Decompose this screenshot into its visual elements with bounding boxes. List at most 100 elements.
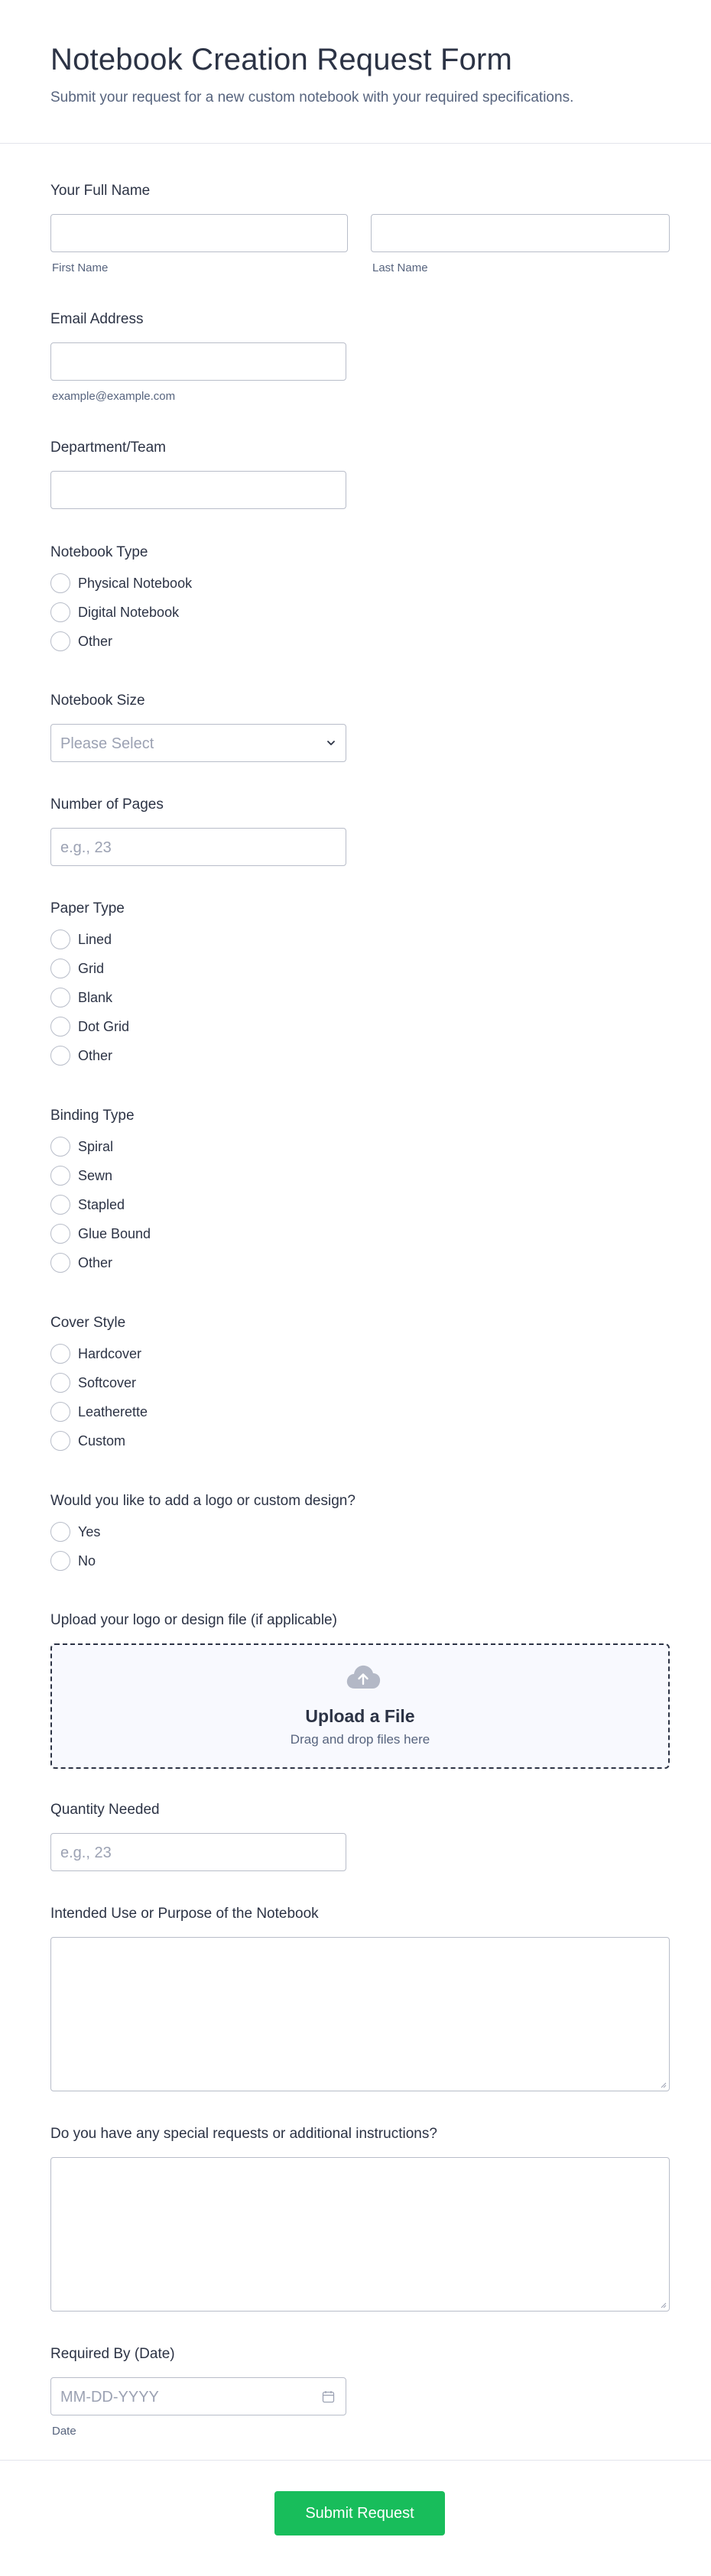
date-input[interactable]: MM-DD-YYYY [50, 2377, 346, 2415]
department-field: Department/Team [50, 439, 670, 515]
logo-field: Would you like to add a logo or custom d… [50, 1492, 670, 1580]
radio-button[interactable] [50, 1253, 70, 1273]
radio-button[interactable] [50, 988, 70, 1007]
radio-label: Leatherette [78, 1404, 148, 1419]
purpose-textarea[interactable] [50, 1937, 670, 2091]
notebook-size-select[interactable]: Please Select [50, 724, 346, 762]
email-field: Email Address example@example.com [50, 310, 670, 410]
resize-handle-icon[interactable] [659, 2301, 667, 2308]
paper-type-label: Paper Type [50, 900, 125, 917]
radio-button[interactable] [50, 602, 70, 622]
radio-button[interactable] [50, 631, 70, 651]
form-title: Notebook Creation Request Form [50, 43, 513, 76]
department-input[interactable] [50, 471, 346, 509]
submit-button[interactable]: Submit Request [274, 2491, 445, 2535]
quantity-field: Quantity Needed e.g., 23 [50, 1801, 670, 1877]
radio-label: No [78, 1553, 96, 1569]
purpose-label: Intended Use or Purpose of the Notebook [50, 1906, 319, 1922]
cloud-upload-icon [346, 1665, 381, 1689]
binding-type-field: Binding Type Spiral Sewn Stapled Glue Bo… [50, 1107, 670, 1279]
upload-field: Upload your logo or design file (if appl… [50, 1611, 670, 1770]
paper-type-option-grid[interactable]: Grid [50, 958, 104, 979]
binding-type-option-sewn[interactable]: Sewn [50, 1165, 112, 1186]
radio-label: Lined [78, 932, 112, 947]
special-requests-textarea[interactable] [50, 2157, 670, 2312]
form-page: Notebook Creation Request Form Submit yo… [0, 0, 711, 2576]
form-subtitle: Submit your request for a new custom not… [50, 89, 574, 105]
notebook-size-label: Notebook Size [50, 693, 145, 709]
date-sublabel: Date [52, 2425, 76, 2438]
purpose-field: Intended Use or Purpose of the Notebook [50, 1905, 670, 2096]
required-by-field: Required By (Date) MM-DD-YYYY Date [50, 2345, 670, 2445]
cover-style-option-leatherette[interactable]: Leatherette [50, 1401, 148, 1423]
quantity-label: Quantity Needed [50, 1802, 160, 1818]
radio-button[interactable] [50, 1224, 70, 1244]
radio-button[interactable] [50, 573, 70, 593]
last-name-input[interactable] [371, 214, 670, 252]
email-input[interactable] [50, 342, 346, 381]
radio-label: Other [78, 1255, 113, 1270]
radio-button[interactable] [50, 1551, 70, 1571]
radio-label: Sewn [78, 1168, 113, 1183]
radio-button[interactable] [50, 1017, 70, 1037]
radio-button[interactable] [50, 1166, 70, 1186]
logo-option-yes[interactable]: Yes [50, 1521, 100, 1543]
full-name-label: Your Full Name [50, 183, 151, 199]
radio-button[interactable] [50, 1373, 70, 1393]
pages-label: Number of Pages [50, 796, 164, 813]
resize-handle-icon[interactable] [659, 2081, 667, 2088]
radio-label: Blank [78, 990, 113, 1005]
calendar-icon[interactable] [322, 2390, 335, 2403]
pages-field: Number of Pages e.g., 23 [50, 796, 670, 872]
radio-label: Other [78, 1048, 113, 1063]
email-sublabel: example@example.com [52, 390, 176, 403]
binding-type-option-other[interactable]: Other [50, 1252, 112, 1273]
notebook-type-option-other[interactable]: Other [50, 631, 112, 652]
binding-type-option-glue-bound[interactable]: Glue Bound [50, 1223, 151, 1244]
radio-button[interactable] [50, 1344, 70, 1364]
radio-label: Grid [78, 961, 105, 976]
binding-type-label: Binding Type [50, 1108, 135, 1124]
radio-button[interactable] [50, 1195, 70, 1215]
cover-style-option-custom[interactable]: Custom [50, 1430, 125, 1452]
first-name-input[interactable] [50, 214, 348, 252]
department-label: Department/Team [50, 440, 167, 456]
radio-label: Digital Notebook [78, 605, 180, 620]
paper-type-option-other[interactable]: Other [50, 1045, 112, 1066]
radio-button[interactable] [50, 1137, 70, 1157]
radio-button[interactable] [50, 1431, 70, 1451]
logo-label: Would you like to add a logo or custom d… [50, 1493, 356, 1509]
email-label: Email Address [50, 311, 144, 327]
notebook-type-option-digital[interactable]: Digital Notebook [50, 602, 179, 623]
radio-label: Softcover [78, 1375, 137, 1390]
notebook-type-label: Notebook Type [50, 544, 148, 560]
cover-style-option-hardcover[interactable]: Hardcover [50, 1343, 141, 1364]
notebook-type-field: Notebook Type Physical Notebook Digital … [50, 543, 670, 658]
first-name-sublabel: First Name [52, 261, 109, 274]
quantity-input[interactable]: e.g., 23 [50, 1833, 346, 1871]
radio-button[interactable] [50, 1402, 70, 1422]
upload-dropzone[interactable]: Upload a File Drag and drop files here [50, 1643, 670, 1769]
binding-type-option-stapled[interactable]: Stapled [50, 1194, 125, 1215]
paper-type-option-blank[interactable]: Blank [50, 987, 112, 1008]
cover-style-option-softcover[interactable]: Softcover [50, 1372, 136, 1393]
upload-subtitle: Drag and drop files here [290, 1732, 430, 1747]
notebook-size-field: Notebook Size Please Select [50, 692, 670, 768]
radio-button[interactable] [50, 1046, 70, 1066]
paper-type-option-dot-grid[interactable]: Dot Grid [50, 1016, 129, 1037]
radio-button[interactable] [50, 1522, 70, 1542]
paper-type-option-lined[interactable]: Lined [50, 929, 112, 950]
logo-option-no[interactable]: No [50, 1550, 96, 1572]
upload-label: Upload your logo or design file (if appl… [50, 1612, 337, 1628]
date-placeholder: MM-DD-YYYY [60, 2389, 159, 2406]
radio-label: Glue Bound [78, 1226, 151, 1241]
binding-type-option-spiral[interactable]: Spiral [50, 1136, 113, 1157]
radio-button[interactable] [50, 959, 70, 978]
pages-placeholder: e.g., 23 [60, 839, 112, 856]
notebook-size-placeholder: Please Select [60, 735, 154, 752]
required-by-label: Required By (Date) [50, 2346, 175, 2362]
notebook-type-option-physical[interactable]: Physical Notebook [50, 573, 192, 594]
pages-input[interactable]: e.g., 23 [50, 828, 346, 866]
radio-button[interactable] [50, 930, 70, 949]
paper-type-field: Paper Type Lined Grid Blank Dot Grid Oth… [50, 900, 670, 1072]
